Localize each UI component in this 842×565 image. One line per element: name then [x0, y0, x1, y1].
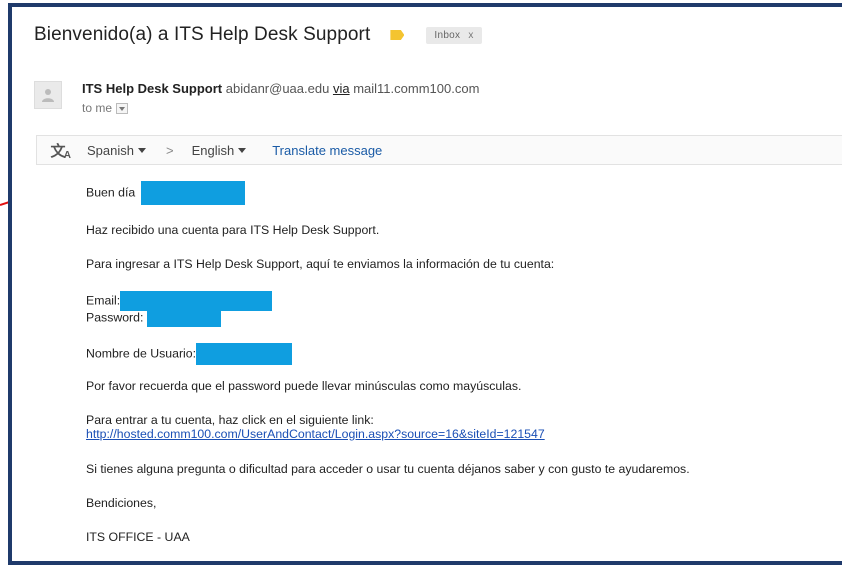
redacted-password: [146, 309, 221, 327]
email-window: Bienvenido(a) a ITS Help Desk Support In…: [8, 3, 842, 565]
login-link[interactable]: http://hosted.comm100.com/UserAndContact…: [86, 427, 545, 441]
source-language-label: Spanish: [87, 142, 134, 158]
important-label-icon[interactable]: [390, 30, 405, 40]
greeting-text: Buen día: [86, 185, 136, 200]
inbox-label-text: Inbox: [434, 29, 461, 41]
email-line: Email:: [86, 291, 273, 311]
source-language-select[interactable]: Spanish: [87, 143, 146, 158]
target-language-select[interactable]: English: [192, 143, 247, 158]
show-details-dropdown[interactable]: [116, 103, 129, 115]
greeting-line: Buen día: [86, 181, 245, 205]
subject-bar: Bienvenido(a) a ITS Help Desk Support In…: [12, 7, 842, 63]
sender-name[interactable]: ITS Help Desk Support: [82, 81, 222, 96]
redacted-name: [140, 181, 245, 205]
chevron-right-icon: >: [165, 142, 174, 158]
chevron-down-icon: [238, 147, 247, 153]
target-language-label: English: [191, 142, 235, 158]
inbox-label-chip[interactable]: Inbox x: [426, 26, 482, 44]
translate-bar: 文A Spanish > English Translate message: [36, 135, 842, 165]
password-label: Password:: [86, 310, 144, 325]
person-icon: [42, 89, 54, 102]
sender-line: ITS Help Desk Support abidanr@uaa.edu vi…: [82, 81, 479, 96]
remove-label-button[interactable]: x: [468, 30, 473, 41]
signature-line: ITS OFFICE - UAA: [86, 530, 190, 544]
email-subject: Bienvenido(a) a ITS Help Desk Support: [34, 24, 371, 45]
email-label: Email:: [86, 293, 121, 308]
sender-address[interactable]: abidanr@uaa.edu: [226, 81, 330, 96]
body-line: Para entrar a tu cuenta, haz click en el…: [86, 413, 374, 427]
password-line: Password:: [86, 309, 221, 327]
message-header: ITS Help Desk Support abidanr@uaa.edu vi…: [12, 67, 842, 127]
username-line: Nombre de Usuario:: [86, 343, 293, 365]
avatar[interactable]: [34, 81, 62, 109]
via-domain: mail11.comm100.com: [353, 81, 480, 96]
chevron-down-icon: [137, 147, 146, 153]
body-line: Para ingresar a ITS Help Desk Support, a…: [86, 257, 555, 271]
recipient-text: to me: [82, 101, 113, 115]
recipient-line: to me: [82, 101, 129, 115]
body-line: Por favor recuerda que el password puede…: [86, 379, 522, 393]
redacted-username: [196, 343, 293, 365]
body-line: Si tienes alguna pregunta o dificultad p…: [86, 462, 690, 476]
redacted-email: [120, 291, 273, 311]
via-link[interactable]: via: [333, 81, 350, 96]
username-label: Nombre de Usuario:: [86, 346, 197, 361]
translate-icon: 文A: [50, 142, 71, 162]
body-line: Haz recibido una cuenta para ITS Help De…: [86, 223, 380, 237]
translate-message-link[interactable]: Translate message: [272, 143, 382, 158]
closing-line: Bendiciones,: [86, 496, 157, 510]
